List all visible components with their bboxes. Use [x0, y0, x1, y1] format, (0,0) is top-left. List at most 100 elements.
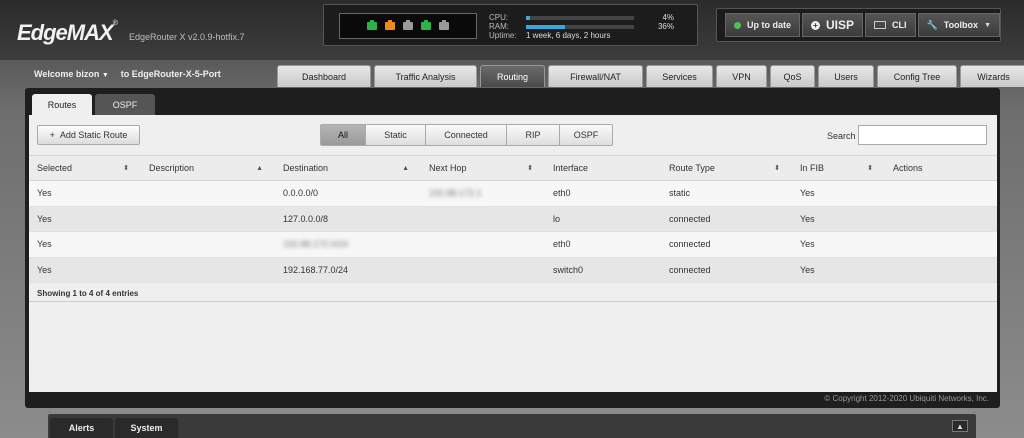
sort-icon: ⬍	[123, 165, 129, 172]
column-header-in-fib[interactable]: In FIB ⬍	[792, 163, 885, 173]
cell-interface: eth0	[553, 239, 571, 250]
expand-button[interactable]: ▲	[952, 420, 968, 432]
cell-in-fib: Yes	[800, 239, 815, 250]
cell-selected: Yes	[37, 239, 52, 250]
tab-firewall-nat[interactable]: Firewall/NAT	[548, 65, 643, 87]
subtab-routes[interactable]: Routes	[32, 94, 92, 116]
search-input[interactable]	[858, 125, 987, 145]
table-row[interactable]: Yes 192.168.77.0/24 switch0 connected Yes	[29, 257, 997, 283]
column-label: Destination	[283, 163, 329, 173]
column-header-description[interactable]: Description ▲	[141, 163, 275, 173]
column-label: Route Type	[669, 163, 715, 173]
cell-destination: 127.0.0.0/8	[283, 213, 329, 224]
wrench-icon: 🔧	[926, 19, 938, 30]
uisp-button[interactable]: + UISP	[802, 13, 864, 37]
filter-ospf[interactable]: OSPF	[560, 124, 613, 146]
cpu-label: CPU:	[489, 13, 509, 22]
column-label: Description	[149, 163, 195, 173]
cell-interface: lo	[553, 213, 561, 224]
toolbox-button[interactable]: 🔧 Toolbox ▼	[917, 13, 1000, 37]
cell-destination: 192.168.77.0/24	[283, 264, 349, 275]
port-icon[interactable]	[403, 20, 413, 30]
table-row[interactable]: Yes 192.88.172.0/24 eth0 connected Yes	[29, 232, 997, 258]
update-status-button[interactable]: Up to date	[725, 13, 800, 37]
tab-qos[interactable]: QoS	[770, 65, 815, 87]
table-row[interactable]: Yes 127.0.0.0/8 lo connected Yes	[29, 206, 997, 232]
column-header-actions[interactable]: Actions	[885, 163, 997, 173]
subtab-ospf[interactable]: OSPF	[95, 94, 155, 116]
column-header-interface[interactable]: Interface	[545, 163, 661, 173]
cpu-value: 4%	[662, 13, 674, 22]
cell-in-fib: Yes	[800, 188, 815, 199]
filter-static[interactable]: Static	[366, 124, 426, 146]
ram-bar-fill	[526, 24, 565, 29]
bottom-bar: Alerts System ▲	[48, 414, 976, 438]
port-icon[interactable]	[439, 20, 449, 30]
system-stats: CPU: 4% RAM: 36% Uptime: 1 week, 6 days,…	[489, 13, 674, 40]
main-nav-tabs: Dashboard Traffic Analysis Routing Firewall…	[277, 65, 1024, 87]
filter-connected[interactable]: Connected	[426, 124, 507, 146]
sort-icon: ⬍	[774, 165, 780, 172]
welcome-area: Welcome bizon ▼ to EdgeRouter-X-5-Port	[34, 69, 221, 79]
cell-route-type: connected	[669, 239, 711, 250]
filter-all[interactable]: All	[320, 124, 366, 146]
ram-label: RAM:	[489, 22, 509, 31]
column-label: Actions	[893, 163, 923, 173]
cell-destination: 0.0.0.0/0	[283, 188, 319, 199]
tab-vpn[interactable]: VPN	[716, 65, 767, 87]
caret-down-icon: ▼	[984, 21, 991, 29]
tab-dashboard[interactable]: Dashboard	[277, 65, 371, 87]
cell-route-type: connected	[669, 264, 711, 275]
cpu-bar-fill	[526, 15, 531, 20]
column-header-route-type[interactable]: Route Type ⬍	[661, 163, 792, 173]
plus-icon: +	[811, 20, 820, 30]
port-icon[interactable]	[421, 20, 431, 30]
user-menu[interactable]: Welcome bizon ▼	[34, 69, 109, 79]
cpu-bar	[526, 15, 634, 20]
filter-rip[interactable]: RIP	[507, 124, 560, 146]
port-icon[interactable]	[367, 20, 377, 30]
column-label: Next Hop	[429, 163, 467, 173]
route-type-filter: All Static Connected RIP OSPF	[320, 124, 613, 146]
port-icon[interactable]	[385, 20, 395, 30]
cell-selected: Yes	[37, 213, 52, 224]
cell-route-type: static	[669, 188, 691, 199]
status-dot-icon	[734, 21, 741, 29]
column-header-destination[interactable]: Destination ▲	[275, 163, 421, 173]
add-static-route-button[interactable]: + Add Static Route	[37, 125, 140, 145]
column-label: Interface	[553, 163, 589, 173]
ram-bar	[526, 24, 634, 29]
tab-traffic-analysis[interactable]: Traffic Analysis	[374, 65, 477, 87]
uptime-value: 1 week, 6 days, 2 hours	[526, 31, 611, 40]
ram-value: 36%	[657, 22, 674, 31]
routes-table: Selected ⬍ Description ▲ Destination ▲ Next Ho…	[29, 155, 997, 283]
table-body: Yes 0.0.0.0/0 192.88.172.1 eth0 static Yes Yes…	[29, 181, 997, 283]
column-header-next-hop[interactable]: Next Hop ⬍	[421, 163, 545, 173]
cell-selected: Yes	[37, 188, 52, 199]
column-label: Selected	[37, 163, 73, 173]
cell-interface: switch0	[553, 264, 584, 275]
cell-in-fib: Yes	[800, 264, 815, 275]
cell-selected: Yes	[37, 264, 52, 275]
device-name: to EdgeRouter-X-5-Port	[120, 69, 221, 79]
cell-in-fib: Yes	[800, 213, 815, 224]
table-row[interactable]: Yes 0.0.0.0/0 192.88.172.1 eth0 static Yes	[29, 181, 997, 207]
divider	[29, 301, 997, 302]
search-label: Search	[827, 131, 856, 141]
cell-route-type: connected	[669, 213, 711, 224]
column-label: In FIB	[800, 163, 825, 173]
column-header-selected[interactable]: Selected ⬍	[29, 163, 141, 173]
status-panel: CPU: 4% RAM: 36% Uptime: 1 week, 6 days,…	[323, 4, 698, 46]
tab-users[interactable]: Users	[818, 65, 874, 87]
tab-routing[interactable]: Routing	[480, 65, 545, 87]
tab-services[interactable]: Services	[646, 65, 713, 87]
sort-icon: ⬍	[867, 165, 873, 172]
tab-config-tree[interactable]: Config Tree	[877, 65, 957, 87]
cell-interface: eth0	[553, 188, 571, 199]
routing-sub-tabs: Routes OSPF	[32, 94, 155, 116]
system-tab[interactable]: System	[115, 418, 178, 438]
cli-button[interactable]: CLI	[865, 13, 916, 37]
tab-wizards[interactable]: Wizards	[960, 65, 1024, 87]
alerts-tab[interactable]: Alerts	[50, 418, 113, 438]
cell-next-hop: 192.88.172.1	[429, 188, 482, 199]
